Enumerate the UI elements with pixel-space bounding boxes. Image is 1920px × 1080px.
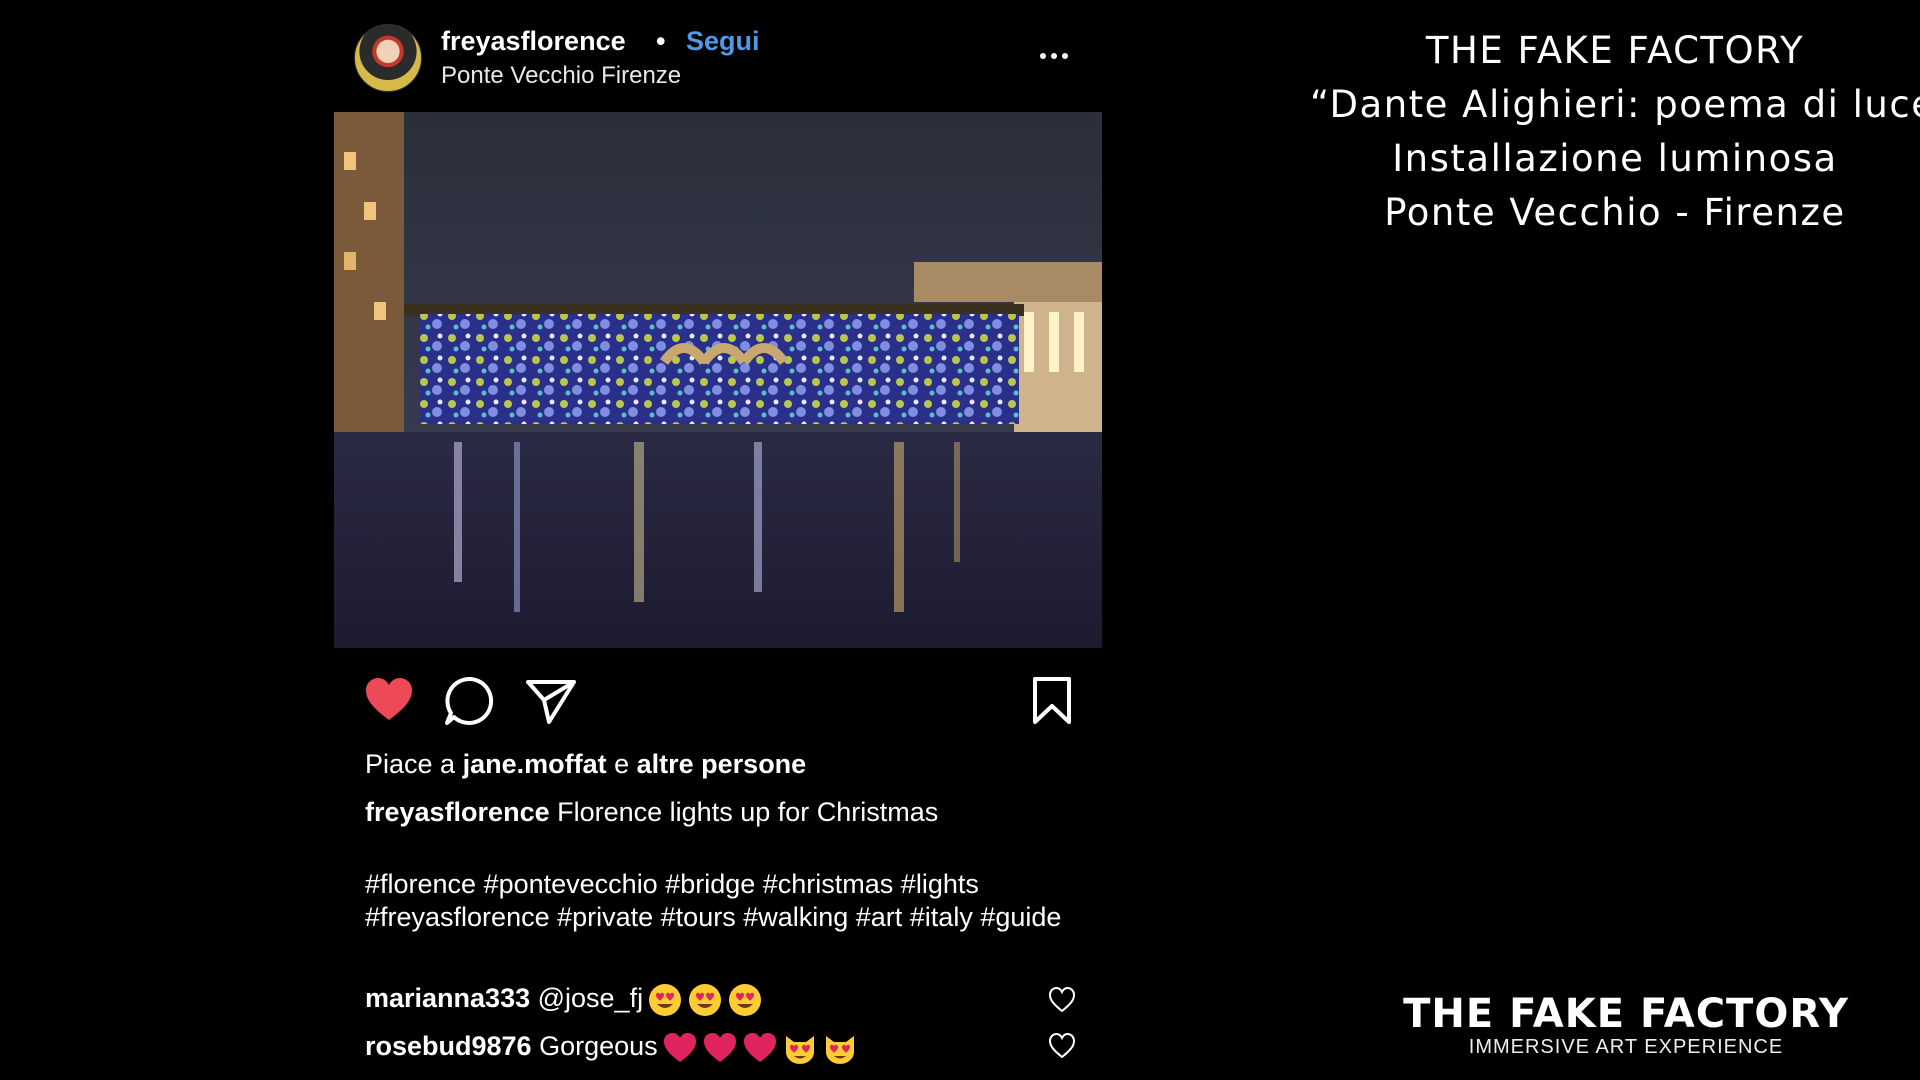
comment-row: marianna333 @jose_fj [365, 978, 763, 1018]
caption-text: Florence lights up for Christmas [549, 797, 939, 827]
brand-logo: THE FAKE FACTORY IMMERSIVE ART EXPERIENC… [1380, 992, 1872, 1058]
heart-eyes-cat-emoji-icon [785, 1035, 814, 1064]
hashtags[interactable]: #florence #pontevecchio #bridge #christm… [365, 868, 1085, 934]
red-heart-emoji-icon [663, 1032, 696, 1062]
follow-button[interactable]: Segui [686, 26, 760, 57]
post-header: freyasflorence • Segui Ponte Vecchio Fir… [334, 0, 1102, 112]
likes-prefix: Piace a [365, 749, 463, 779]
bookmark-icon[interactable] [1025, 674, 1079, 728]
caption-username[interactable]: freyasflorence [365, 797, 550, 827]
installation-title: THE FAKE FACTORY “Dante Alighieri: poema… [1310, 24, 1920, 240]
post-location[interactable]: Ponte Vecchio Firenze [441, 62, 681, 90]
title-line-place: Ponte Vecchio - Firenze [1384, 191, 1846, 234]
separator-dot: • [656, 26, 666, 56]
likes-line: Piace a jane.moffat e altre persone [365, 748, 806, 781]
brand-name: THE FAKE FACTORY [1403, 991, 1849, 1037]
comment-text: @jose_fj [530, 983, 644, 1013]
likes-others-link[interactable]: altre persone [637, 749, 807, 779]
heart-eyes-emoji-icon [649, 983, 682, 1016]
comment-row: rosebud9876 Gorgeous [365, 1026, 858, 1066]
heart-eyes-cat-emoji-icon [825, 1035, 854, 1064]
brand-tagline: IMMERSIVE ART EXPERIENCE [1468, 1036, 1784, 1058]
post-actions [334, 672, 1102, 732]
comment-like-icon[interactable] [1047, 985, 1077, 1015]
red-heart-emoji-icon [703, 1032, 736, 1062]
post-photo[interactable] [334, 112, 1102, 648]
liked-by-user[interactable]: jane.moffat [463, 749, 607, 779]
send-icon[interactable] [524, 674, 578, 728]
heart-eyes-emoji-icon [689, 983, 722, 1016]
heart-filled-icon[interactable] [362, 674, 416, 728]
comment-icon[interactable] [442, 674, 496, 728]
comment-username[interactable]: rosebud9876 [365, 1031, 532, 1061]
instagram-post: freyasflorence • Segui Ponte Vecchio Fir… [334, 0, 1102, 1080]
title-line-studio: THE FAKE FACTORY [1425, 29, 1805, 72]
comment-username[interactable]: marianna333 [365, 983, 530, 1013]
heart-eyes-emoji-icon [729, 983, 762, 1016]
comment-like-icon[interactable] [1047, 1031, 1077, 1061]
title-line-type: Installazione luminosa [1392, 137, 1838, 180]
red-heart-emoji-icon [743, 1032, 776, 1062]
more-icon[interactable] [1034, 36, 1074, 76]
title-line-work: “Dante Alighieri: poema di luce” [1310, 83, 1920, 126]
comment-text: Gorgeous [531, 1031, 658, 1061]
post-username[interactable]: freyasflorence [441, 26, 626, 57]
post-caption: freyasflorence Florence lights up for Ch… [365, 796, 938, 829]
user-avatar[interactable] [354, 24, 422, 92]
likes-middle: e [606, 749, 637, 779]
